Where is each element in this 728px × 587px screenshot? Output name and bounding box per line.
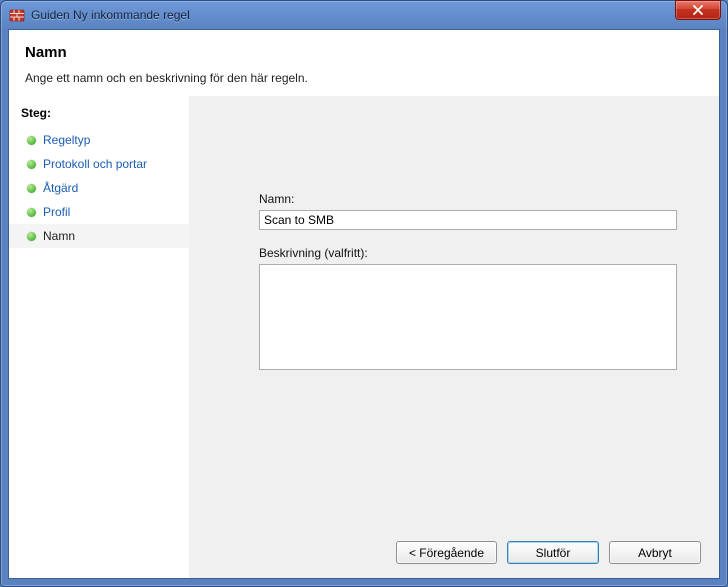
step-label: Protokoll och portar [43, 157, 147, 171]
titlebar: Guiden Ny inkommande regel [1, 1, 727, 29]
name-input[interactable] [259, 210, 677, 230]
description-input[interactable] [259, 264, 677, 370]
main-panel: Namn: Beskrivning (valfritt): < Föregåen… [189, 96, 719, 578]
step-protokoll-och-portar[interactable]: Protokoll och portar [9, 152, 189, 176]
name-label: Namn: [259, 192, 677, 206]
step-label: Regeltyp [43, 133, 90, 147]
wizard-header: Namn Ange ett namn och en beskrivning fö… [9, 30, 719, 100]
wizard-window: Guiden Ny inkommande regel Namn Ange ett… [0, 0, 728, 587]
steps-sidebar: Steg: Regeltyp Protokoll och portar Åtgä… [9, 96, 189, 578]
form-area: Namn: Beskrivning (valfritt): [259, 192, 677, 373]
wizard-body: Steg: Regeltyp Protokoll och portar Åtgä… [9, 96, 719, 578]
finish-button[interactable]: Slutför [507, 541, 599, 564]
step-bullet-icon [27, 208, 36, 217]
step-bullet-icon [27, 136, 36, 145]
client-area: Namn Ange ett namn och en beskrivning fö… [8, 29, 720, 579]
step-label: Namn [43, 229, 75, 243]
button-row: < Föregående Slutför Avbryt [396, 541, 701, 564]
step-bullet-icon [27, 160, 36, 169]
step-label: Profil [43, 205, 70, 219]
back-button[interactable]: < Föregående [396, 541, 497, 564]
window-title: Guiden Ny inkommande regel [31, 8, 721, 22]
step-atgard[interactable]: Åtgärd [9, 176, 189, 200]
step-bullet-icon [27, 232, 36, 241]
close-icon [692, 5, 704, 15]
description-label: Beskrivning (valfritt): [259, 246, 677, 260]
step-bullet-icon [27, 184, 36, 193]
step-profil[interactable]: Profil [9, 200, 189, 224]
page-title: Namn [25, 44, 703, 61]
step-regeltyp[interactable]: Regeltyp [9, 128, 189, 152]
step-namn[interactable]: Namn [9, 224, 189, 248]
close-button[interactable] [675, 0, 721, 20]
page-subtitle: Ange ett namn och en beskrivning för den… [25, 71, 703, 85]
step-label: Åtgärd [43, 181, 78, 195]
firewall-icon [9, 7, 25, 23]
steps-heading: Steg: [9, 106, 189, 128]
cancel-button[interactable]: Avbryt [609, 541, 701, 564]
